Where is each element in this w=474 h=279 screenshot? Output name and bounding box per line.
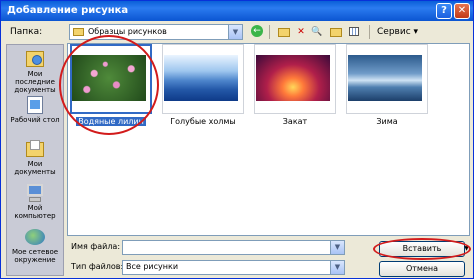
views-icon [349,27,359,36]
network-icon [24,227,46,247]
new-folder-icon [330,28,342,37]
chevron-down-icon[interactable]: ▼ [228,25,242,39]
thumbnail [344,44,430,114]
service-menu-button[interactable]: Сервис ▾ [377,25,437,39]
places-bar: Мои последние документы Рабочий стол Мои… [6,44,64,276]
place-network[interactable]: Мое сетевое окружение [7,227,63,264]
thumbnail [160,44,246,114]
filename-label: Имя файла: [71,242,121,251]
filetype-dropdown[interactable]: Все рисунки ▼ [122,260,345,275]
folder-value: Образцы рисунков [88,27,167,36]
filetype-value: Все рисунки [126,262,179,271]
file-name: Голубые холмы [170,117,236,126]
computer-icon [24,183,46,203]
desktop-icon [24,95,46,115]
chevron-down-icon[interactable]: ▼ [330,261,344,274]
filename-input[interactable]: ▼ [122,240,345,255]
help-button[interactable]: ? [436,3,452,19]
sunset-image [256,55,330,101]
highlight-oval-selected-image [59,35,159,135]
chevron-down-icon[interactable]: ▼ [330,241,344,254]
toolbar-separator [269,25,270,39]
up-folder-button[interactable] [277,25,291,39]
place-label: Рабочий стол [10,116,60,124]
search-button[interactable]: 🔍 [311,25,323,39]
thumbnail [252,44,338,114]
toolbar-separator [369,25,370,39]
folder-icon [73,28,84,36]
place-recent-documents[interactable]: Мои последние документы [7,49,63,94]
place-label: Мои документы [14,160,56,176]
highlight-oval-insert-button [373,238,471,260]
toolbar: ← ✕ 🔍 Сервис ▾ [249,23,474,41]
place-my-computer[interactable]: Мой компьютер [7,183,63,220]
place-my-documents[interactable]: Мои документы [7,139,63,176]
place-label: Мой компьютер [14,204,56,220]
folder-label: Папка: [10,27,43,37]
close-button[interactable]: ✕ [454,3,470,19]
place-label: Мое сетевое окружение [11,248,59,264]
dialog-title: Добавление рисунка [7,5,129,16]
views-button[interactable] [347,25,363,39]
blue-hills-image [164,55,238,101]
file-name: Зима [376,117,398,126]
winter-image [348,55,422,101]
folder-up-icon [278,28,290,37]
delete-button[interactable]: ✕ [295,25,307,39]
my-documents-icon [24,139,46,159]
place-desktop[interactable]: Рабочий стол [7,95,63,124]
file-name: Закат [282,117,308,126]
filetype-label: Тип файлов: [71,262,124,271]
back-button[interactable]: ← [251,25,263,37]
new-folder-button[interactable] [329,25,343,39]
place-label: Мои последние документы [14,70,56,94]
insert-picture-dialog: Добавление рисунка ? ✕ Папка: Образцы ри… [0,0,474,279]
cancel-button[interactable]: Отмена [379,261,465,277]
recent-documents-icon [24,49,46,69]
title-bar[interactable]: Добавление рисунка ? ✕ [1,1,473,21]
